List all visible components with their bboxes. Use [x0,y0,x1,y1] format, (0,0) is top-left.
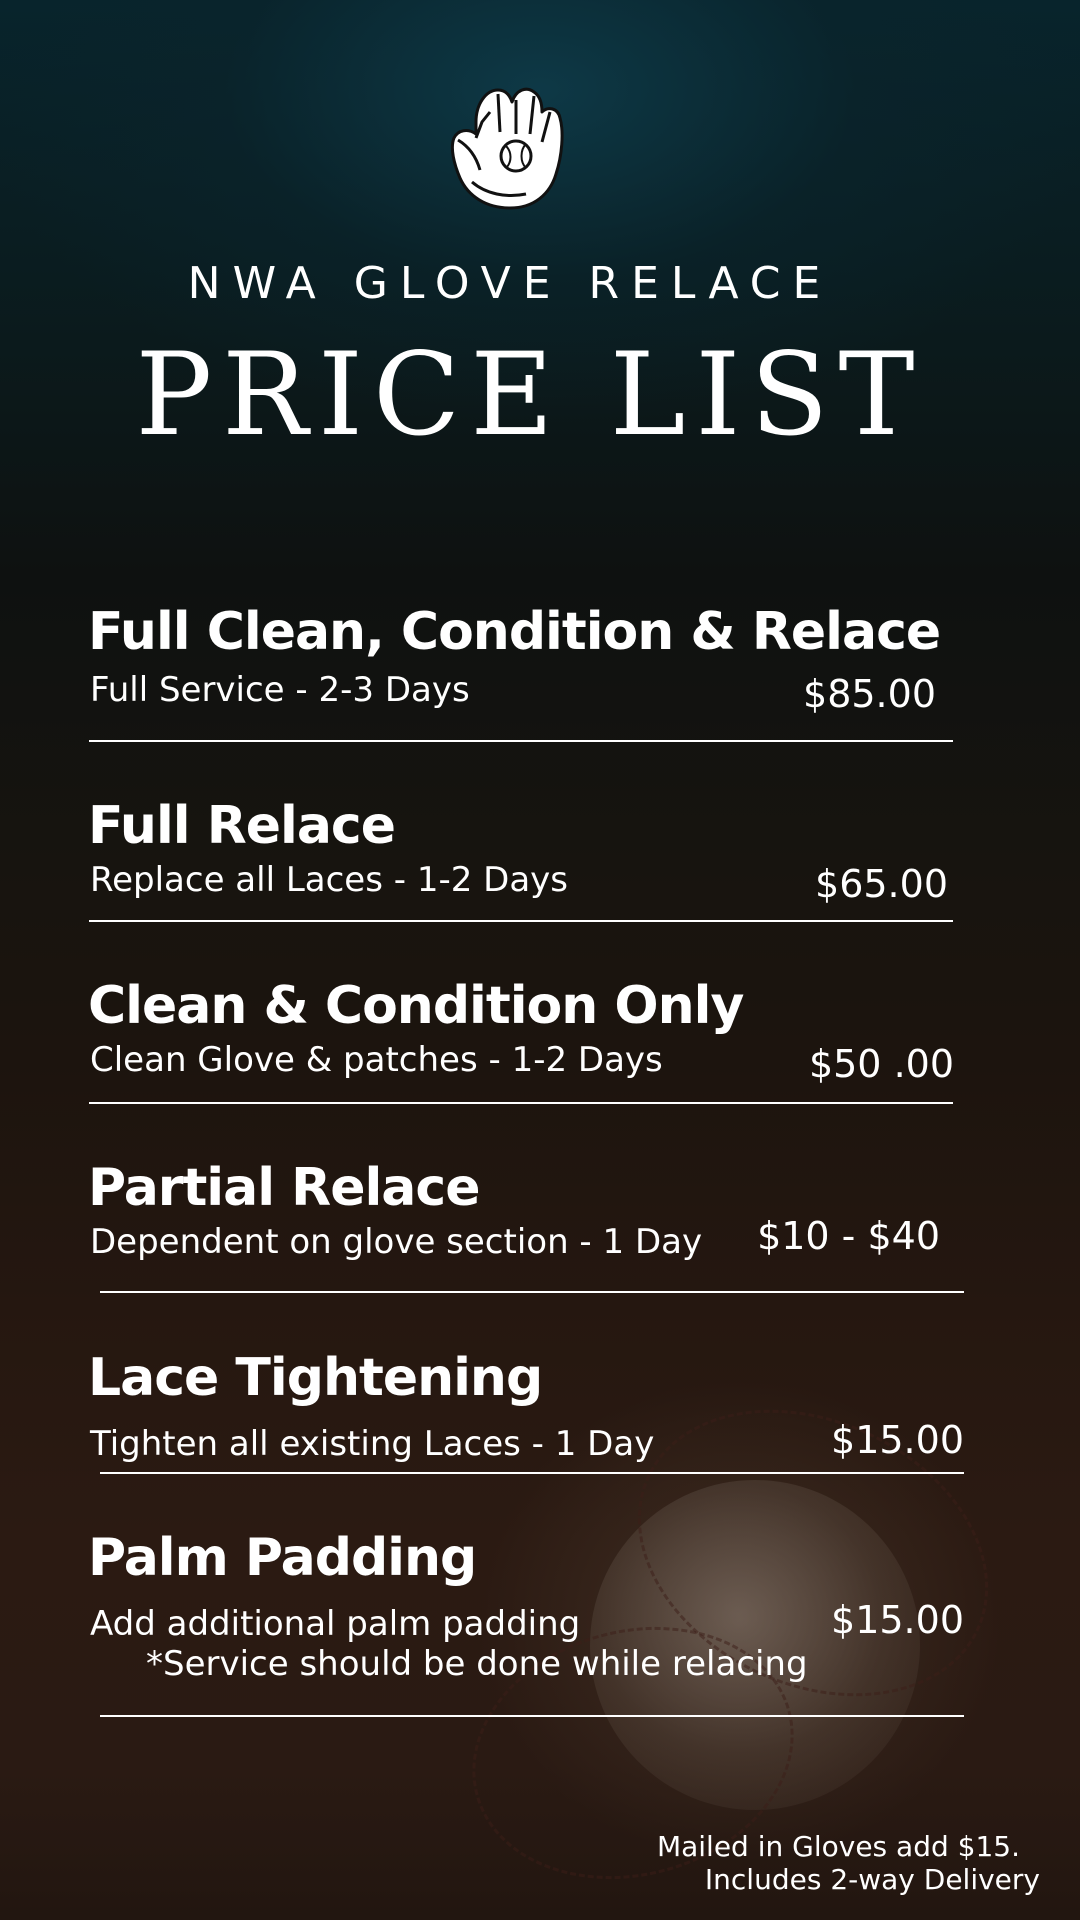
service-price: $10 - $40 [757,1214,940,1258]
divider [89,740,953,742]
shipping-note-line2: Includes 2-way Delivery [704,1863,1040,1896]
service-name: Clean & Condition Only [88,976,744,1036]
service-description: Tighten all existing Laces - 1 Day [90,1424,655,1464]
baseball-glove-icon [450,87,564,210]
service-name: Full Relace [88,796,396,856]
service-price: $50 .00 [808,1042,954,1086]
divider [89,1102,953,1104]
brand-name: NWA GLOVE RELACE [187,258,833,309]
shipping-note: Mailed in Gloves add $15. Includes 2-way… [657,1830,1040,1896]
service-price: $15.00 [831,1598,964,1642]
service-name: Full Clean, Condition & Relace [88,602,941,662]
service-description: Clean Glove & patches - 1-2 Days [90,1040,663,1080]
divider [100,1472,964,1474]
divider [89,920,953,922]
service-description: Add additional palm padding [90,1604,581,1644]
page-title: PRICE LIST [135,328,925,461]
divider [100,1715,964,1717]
service-name: Partial Relace [88,1158,480,1218]
service-name: Palm Padding [88,1528,477,1588]
divider [100,1291,964,1293]
service-name: Lace Tightening [88,1348,543,1408]
shipping-note-line1: Mailed in Gloves add $15. [656,1830,1020,1863]
service-price: $15.00 [831,1418,964,1462]
service-description: Full Service - 2-3 Days [90,670,470,710]
service-price: $65.00 [815,862,948,906]
service-description: Replace all Laces - 1-2 Days [90,860,569,900]
service-note: *Service should be done while relacing [146,1644,808,1684]
service-description: Dependent on glove section - 1 Day [90,1222,703,1262]
service-price: $85.00 [803,672,936,716]
